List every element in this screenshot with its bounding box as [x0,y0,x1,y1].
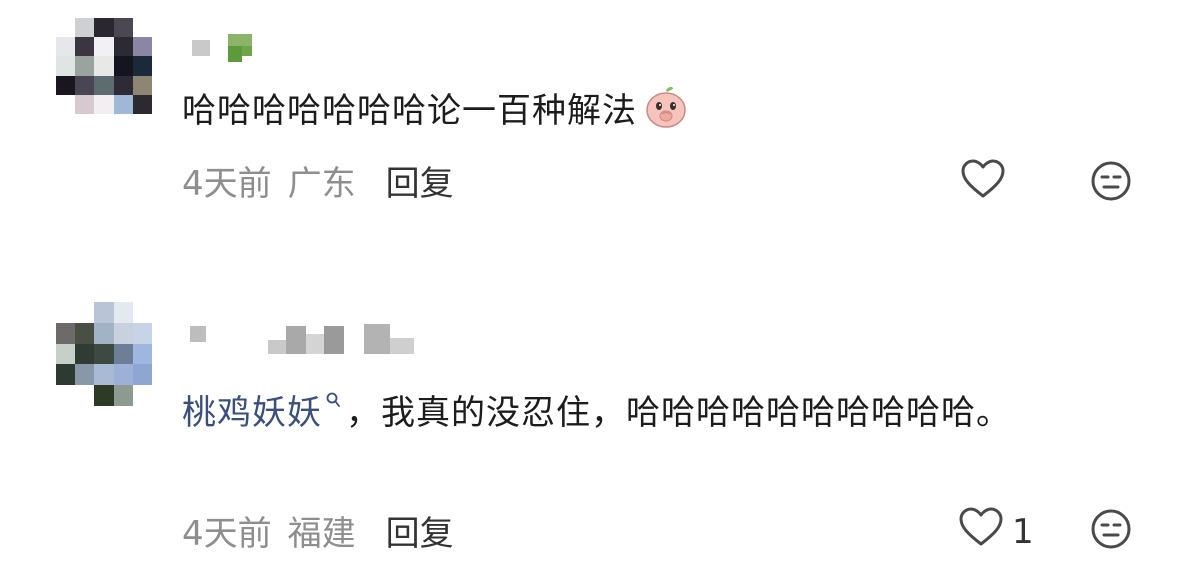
username-censored[interactable] [186,320,426,354]
comment-item: 哈哈哈哈哈哈哈论一百种解法 4天前 广东 回复 [0,0,1200,230]
reply-button[interactable]: 回复 [386,506,454,555]
neutral-face-icon [1090,161,1132,206]
heart-outline-icon [960,158,1006,209]
avatar[interactable] [56,18,152,114]
comment-text: 哈哈哈哈哈哈哈论一百种解法 [182,82,1142,148]
comment-text: 桃鸡妖妖 ，我真的没忍住，哈哈哈哈哈哈哈哈哈哈。 [182,374,1152,442]
dislike-button[interactable] [1090,160,1132,206]
peach-face-emoji [643,84,689,148]
dislike-button[interactable] [1090,508,1132,554]
comment-meta: 4天前 福建 回复 [182,505,454,555]
like-count: 1 [1012,511,1034,552]
comment-time: 4天前 [182,513,272,554]
heart-outline-icon [958,506,1004,557]
comment-location: 广东 [287,163,356,204]
comment-time: 4天前 [182,163,272,204]
comment-text-content: ，我真的没忍住，哈哈哈哈哈哈哈哈哈哈。 [346,393,1011,433]
mention-link[interactable]: 桃鸡妖妖 [182,393,322,433]
search-icon[interactable] [326,374,342,432]
reply-button[interactable]: 回复 [386,156,454,205]
comment-meta: 4天前 广东 回复 [182,155,454,205]
avatar[interactable] [56,302,152,406]
neutral-face-icon [1090,509,1132,554]
comment-location: 福建 [287,513,356,554]
username-censored[interactable] [186,34,276,64]
like-button[interactable]: 1 [958,506,1034,557]
comment-item: 桃鸡妖妖 ，我真的没忍住，哈哈哈哈哈哈哈哈哈哈。 4天前 福建 回复 1 [0,290,1200,580]
comment-text-content: 哈哈哈哈哈哈哈论一百种解法 [182,91,637,131]
like-button[interactable] [960,158,1014,209]
